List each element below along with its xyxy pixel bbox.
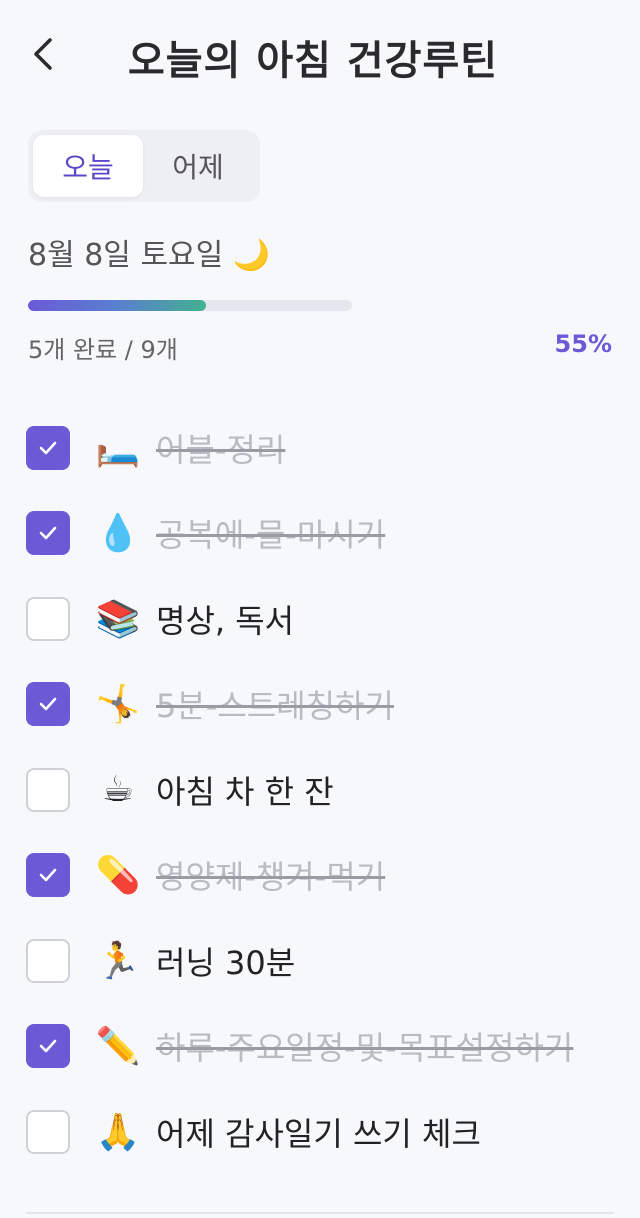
- task-label: 명상, 독서: [156, 601, 295, 640]
- task-label: 영양제-챙겨-먹기: [156, 858, 386, 897]
- task-label: 하루-주요일정-및-목표설정하기: [156, 1029, 574, 1068]
- task-list: 🛏️ 어불-정리 💧 공복에-물-마시기 📚 명상, 독서 🤸 5분-스트레칭하기 ☕ 아침 차 …: [0, 405, 640, 1175]
- task-item[interactable]: 🙏 어제 감사일기 쓰기 체크: [0, 1089, 640, 1175]
- task-emoji-icon: ☕: [101, 769, 135, 811]
- task-emoji-icon: 💧: [95, 513, 141, 555]
- task-checkbox[interactable]: [26, 425, 70, 470]
- task-label: 러닝 30분: [156, 943, 296, 982]
- task-checkbox[interactable]: [26, 938, 70, 983]
- task-item[interactable]: 🤸 5분-스트레칭하기: [0, 662, 640, 748]
- task-item[interactable]: ☕ 아침 차 한 잔: [0, 747, 640, 833]
- page-title: 오늘의 아침 건강루틴: [128, 38, 499, 84]
- task-checkbox[interactable]: [26, 511, 70, 556]
- task-label: 어제 감사일기 쓰기 체크: [156, 1114, 481, 1153]
- task-emoji-icon: 📚: [95, 598, 141, 640]
- task-emoji-icon: 💊: [95, 855, 141, 897]
- date-label: 8월 8일 토요일 🌙: [28, 238, 271, 273]
- task-item[interactable]: 💊 영양제-챙겨-먹기: [0, 833, 640, 919]
- divider: [26, 1212, 614, 1214]
- task-emoji-icon: 🙏: [95, 1111, 141, 1153]
- header: 오늘의 아침 건강루틴: [0, 24, 640, 84]
- task-item[interactable]: ✏️ 하루-주요일정-및-목표설정하기: [0, 1004, 640, 1090]
- task-emoji-icon: 🤸: [95, 684, 141, 726]
- task-item[interactable]: 💧 공복에-물-마시기: [0, 491, 640, 577]
- progress-bar: [28, 300, 352, 311]
- tab-today[interactable]: 오늘: [33, 135, 143, 197]
- task-checkbox[interactable]: [26, 853, 70, 898]
- back-button[interactable]: [24, 32, 64, 76]
- task-checkbox[interactable]: [26, 596, 70, 641]
- task-label: 5분-스트레칭하기: [156, 687, 394, 726]
- task-item[interactable]: 🏃 러닝 30분: [0, 918, 640, 1004]
- checkmark-icon: [39, 697, 57, 711]
- day-tabs: 오늘 어제: [28, 130, 260, 202]
- task-emoji-icon: 🛏️: [95, 427, 141, 469]
- task-label: 어불-정리: [156, 430, 286, 469]
- task-checkbox[interactable]: [26, 1109, 70, 1154]
- task-item[interactable]: 📚 명상, 독서: [0, 576, 640, 662]
- task-label: 아침 차 한 잔: [156, 772, 334, 811]
- completion-percent: 55%: [554, 330, 612, 358]
- task-emoji-icon: 🏃: [95, 940, 141, 982]
- task-checkbox[interactable]: [26, 682, 70, 727]
- task-label: 공복에-물-마시기: [156, 516, 386, 555]
- tab-yesterday[interactable]: 어제: [143, 135, 253, 197]
- chevron-left-icon: [34, 38, 52, 70]
- checkmark-icon: [39, 441, 57, 455]
- task-checkbox[interactable]: [26, 1024, 70, 1069]
- checkmark-icon: [39, 526, 57, 540]
- checkmark-icon: [39, 868, 57, 882]
- checkmark-icon: [39, 1039, 57, 1053]
- progress-fill: [28, 300, 207, 311]
- completion-count: 5개 완료 / 9개: [28, 336, 178, 364]
- task-item[interactable]: 🛏️ 어불-정리: [0, 405, 640, 491]
- task-emoji-icon: ✏️: [95, 1026, 141, 1068]
- task-checkbox[interactable]: [26, 767, 70, 812]
